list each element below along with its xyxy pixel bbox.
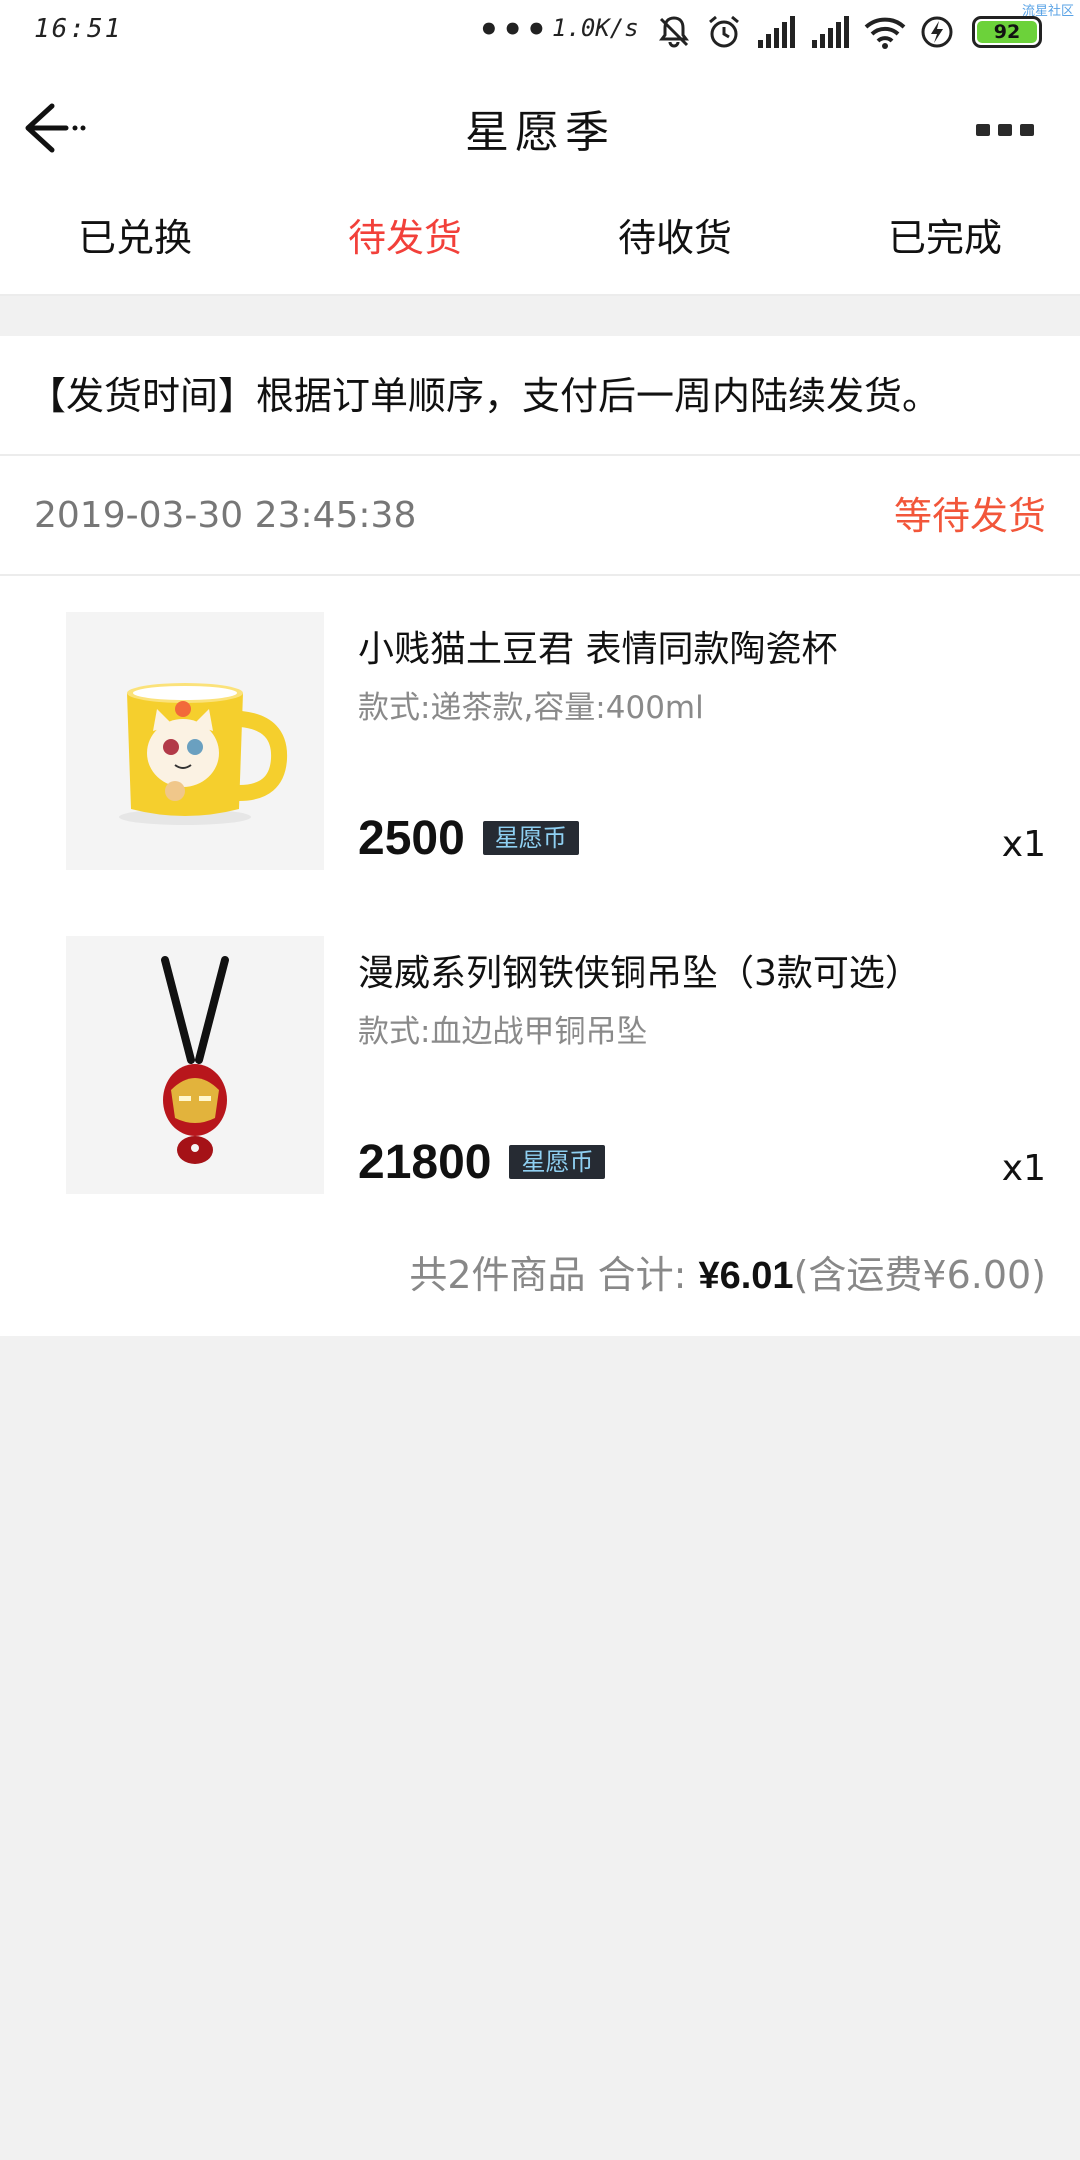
- tab-completed[interactable]: 已完成: [810, 188, 1080, 294]
- more-icon-dot: [976, 124, 990, 136]
- signal-icon: [756, 16, 796, 48]
- order-card[interactable]: 2019-03-30 23:45:38 等待发货 小贱猫土豆君 表情同款陶瓷杯: [0, 456, 1080, 1336]
- yellow-cat-mug-image: [119, 683, 288, 825]
- order-item[interactable]: 漫威系列钢铁侠铜吊坠（3款可选） 款式:血边战甲铜吊坠 21800 星愿币 x1: [0, 936, 1080, 1196]
- shipping-fee-text: (含运费¥6.00): [793, 1253, 1046, 1297]
- price-row: 21800 星愿币: [358, 1132, 606, 1192]
- product-image-mug: [66, 612, 324, 870]
- product-quantity: x1: [1001, 824, 1046, 865]
- product-quantity: x1: [1001, 1148, 1046, 1189]
- status-dots: •••: [478, 10, 550, 50]
- order-summary: 共2件商品 合计: ¥6.01(含运费¥6.00): [409, 1244, 1046, 1299]
- order-item[interactable]: 小贱猫土豆君 表情同款陶瓷杯 款式:递茶款,容量:400ml 2500 星愿币 …: [0, 612, 1080, 872]
- order-header: 2019-03-30 23:45:38 等待发货: [0, 456, 1080, 576]
- currency-badge: 星愿币: [482, 821, 579, 855]
- product-price: 2500: [358, 811, 465, 865]
- mute-icon: [656, 14, 692, 50]
- tab-exchanged[interactable]: 已兑换: [0, 188, 270, 294]
- product-price: 21800: [358, 1135, 492, 1189]
- more-icon-dot: [1020, 124, 1034, 136]
- shipping-notice: 【发货时间】根据订单顺序，支付后一周内陆续发货。: [0, 336, 1080, 456]
- product-image-pendant: [66, 936, 324, 1194]
- currency-badge: 星愿币: [509, 1145, 606, 1179]
- page-title: 星愿季: [465, 107, 615, 158]
- status-icons: 92: [656, 12, 1042, 52]
- signal-icon: [810, 16, 850, 48]
- product-name: 漫威系列钢铁侠铜吊坠（3款可选）: [358, 953, 921, 994]
- tab-pending-receipt[interactable]: 待收货: [540, 188, 810, 294]
- wifi-icon: [864, 15, 906, 49]
- charging-icon: [920, 15, 954, 49]
- network-speed: 1.0K/s: [552, 14, 639, 42]
- product-name: 小贱猫土豆君 表情同款陶瓷杯: [358, 629, 838, 670]
- status-time: 16:51: [34, 14, 123, 44]
- product-spec: 款式:血边战甲铜吊坠: [358, 1014, 648, 1050]
- header: 星愿季: [0, 66, 1080, 188]
- price-row: 2500 星愿币: [358, 808, 579, 868]
- battery-icon: 92: [972, 16, 1042, 48]
- item-count-text: 共2件商品 合计:: [409, 1253, 699, 1297]
- total-amount: ¥6.01: [698, 1255, 794, 1297]
- tab-pending-shipment[interactable]: 待发货: [270, 188, 540, 294]
- watermark: 流星社区: [1021, 4, 1074, 19]
- status-bar: 16:51 ••• 1.0K/s 92 流星社区: [0, 0, 1080, 66]
- order-time: 2019-03-30 23:45:38: [34, 495, 417, 536]
- more-icon-dot: [998, 124, 1012, 136]
- product-spec: 款式:递茶款,容量:400ml: [358, 690, 704, 726]
- order-tabs: 已兑换 待发货 待收货 已完成: [0, 188, 1080, 296]
- alarm-icon: [706, 14, 742, 50]
- iron-man-pendant-image: [161, 956, 229, 1164]
- battery-level: 92: [977, 21, 1037, 43]
- order-status: 等待发货: [893, 494, 1046, 538]
- more-button[interactable]: [976, 124, 1036, 140]
